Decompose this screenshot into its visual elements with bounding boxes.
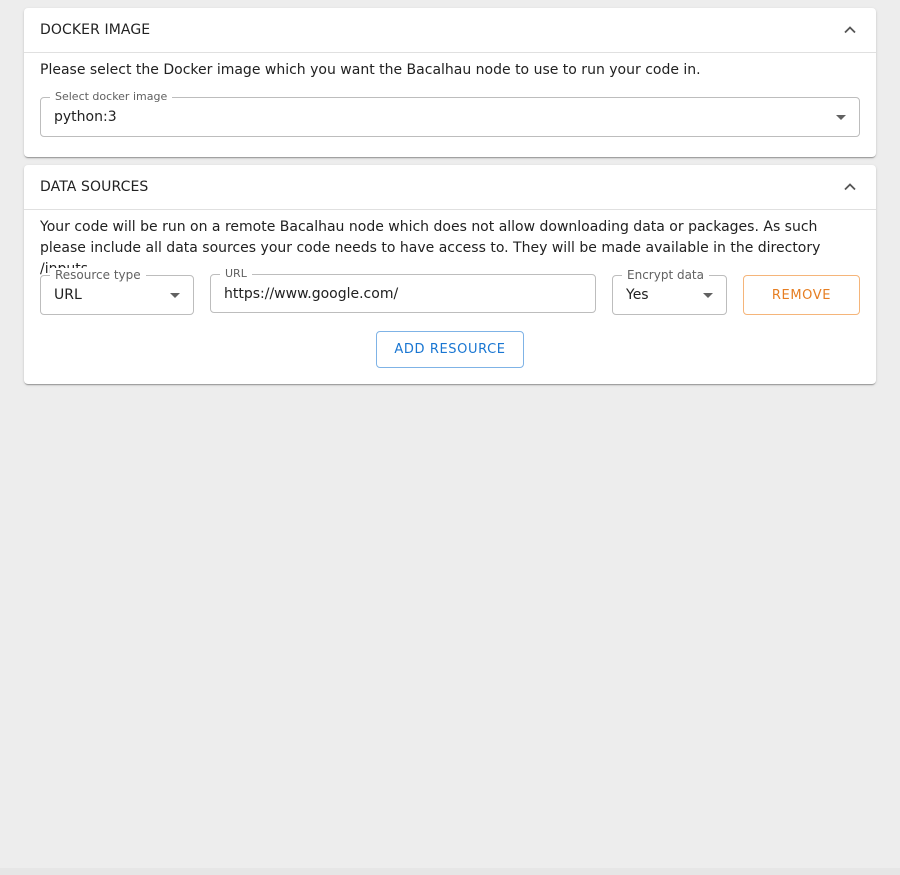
bottom-divider xyxy=(0,868,900,875)
encrypt-data-label: Encrypt data xyxy=(622,268,709,282)
remove-button[interactable]: REMOVE xyxy=(743,275,860,315)
docker-image-select-label: Select docker image xyxy=(50,90,173,104)
caret-down-icon xyxy=(170,293,180,298)
data-sources-panel-title: DATA SOURCES xyxy=(40,179,149,195)
chevron-up-icon[interactable] xyxy=(842,179,858,195)
resource-type-select[interactable]: Resource type URL xyxy=(40,268,194,315)
resource-type-value: URL xyxy=(54,287,82,303)
resource-type-label: Resource type xyxy=(50,268,146,282)
url-input[interactable]: URL https://www.google.com/ xyxy=(210,267,596,313)
data-sources-description: Your code will be run on a remote Bacalh… xyxy=(40,219,821,277)
chevron-up-icon[interactable] xyxy=(842,22,858,38)
encrypt-data-select[interactable]: Encrypt data Yes xyxy=(612,268,727,315)
add-resource-button[interactable]: ADD RESOURCE xyxy=(376,331,524,368)
encrypt-data-value: Yes xyxy=(626,287,649,303)
data-sources-panel-header[interactable]: DATA SOURCES xyxy=(24,165,876,210)
docker-image-panel: DOCKER IMAGE Please select the Docker im… xyxy=(24,8,876,157)
docker-image-description: Please select the Docker image which you… xyxy=(40,62,701,78)
url-input-value: https://www.google.com/ xyxy=(224,285,399,302)
docker-image-panel-title: DOCKER IMAGE xyxy=(40,22,151,38)
page: DOCKER IMAGE Please select the Docker im… xyxy=(0,0,900,875)
data-sources-panel: DATA SOURCES Your code will be run on a … xyxy=(24,165,876,384)
docker-image-select[interactable]: Select docker image python:3 xyxy=(40,90,860,137)
docker-image-panel-header[interactable]: DOCKER IMAGE xyxy=(24,8,876,53)
caret-down-icon xyxy=(703,293,713,298)
docker-image-select-value: python:3 xyxy=(54,109,117,125)
caret-down-icon xyxy=(836,115,846,120)
url-input-label: URL xyxy=(220,267,252,281)
